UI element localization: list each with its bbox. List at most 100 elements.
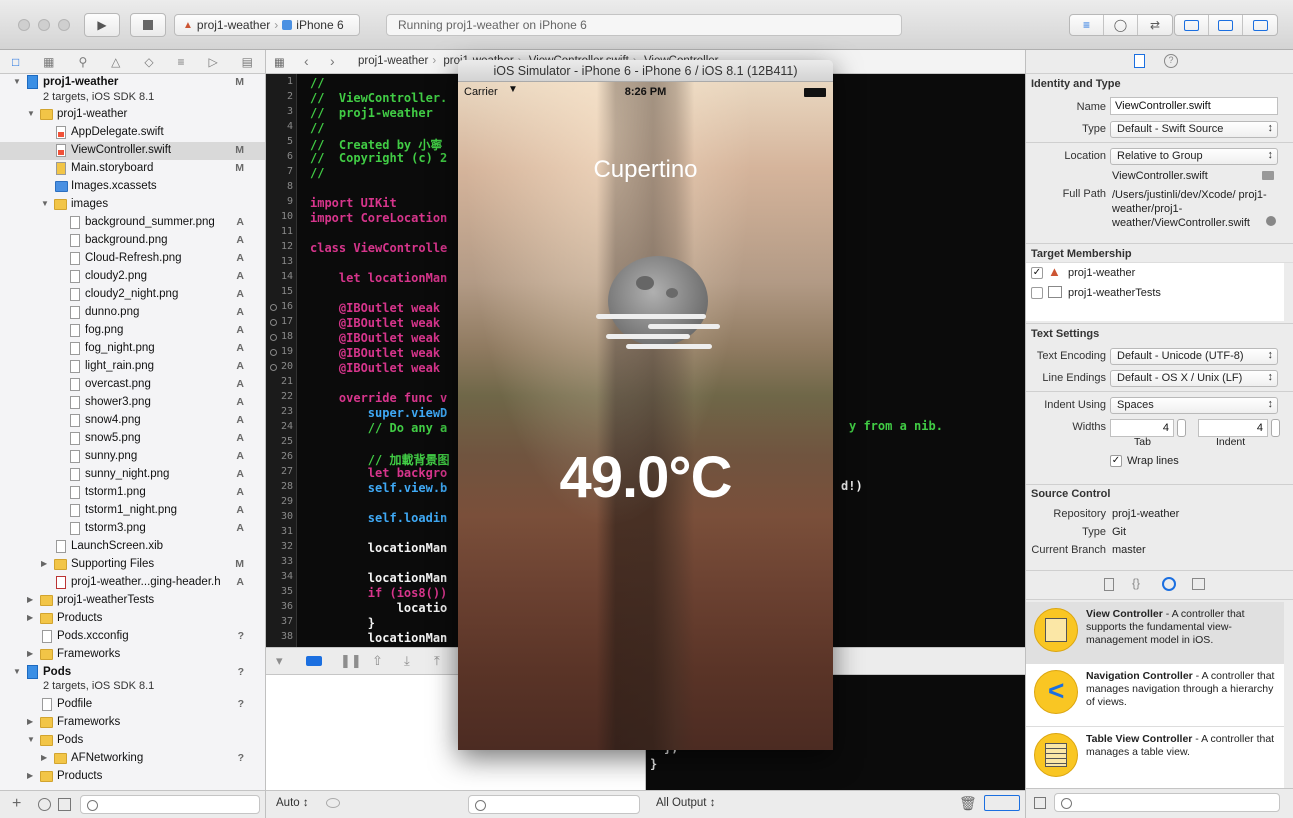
list-item[interactable]: snow5.png A	[0, 430, 265, 448]
library-filter-input[interactable]	[1054, 793, 1280, 812]
disclosure-closed-icon[interactable]: ▶	[41, 559, 47, 568]
related-items-icon[interactable]: ▦	[274, 55, 285, 69]
list-item[interactable]: ▶ Frameworks	[0, 714, 265, 732]
grid-view-icon[interactable]	[1034, 797, 1046, 809]
zoom-window-button[interactable]	[58, 19, 70, 31]
assistant-editor-icon[interactable]: ◯	[1104, 15, 1138, 35]
breakpoints-toggle-icon[interactable]	[306, 656, 322, 666]
list-item[interactable]: Images.xcassets	[0, 178, 265, 196]
indent-width-stepper[interactable]	[1271, 419, 1280, 437]
forward-icon[interactable]: ›	[330, 53, 335, 69]
debug-toggle-icon[interactable]	[1209, 15, 1243, 35]
list-item[interactable]: tstorm1.png A	[0, 484, 265, 502]
reveal-arrow-icon[interactable]	[1266, 216, 1276, 226]
list-item[interactable]: sunny.png A	[0, 448, 265, 466]
list-item[interactable]: ▼ Pods	[0, 732, 265, 750]
version-editor-icon[interactable]: ⇄	[1138, 15, 1172, 35]
list-item[interactable]: cloudy2.png A	[0, 268, 265, 286]
back-icon[interactable]: ‹	[304, 53, 309, 69]
media-library-icon[interactable]	[1192, 578, 1205, 590]
variables-filter-input[interactable]	[468, 795, 640, 814]
log-navigator-icon[interactable]: ▤	[242, 55, 253, 69]
disclosure-open-icon[interactable]: ▼	[27, 109, 35, 118]
tab-width-field[interactable]: 4	[1110, 419, 1174, 437]
list-item[interactable]: overcast.png A	[0, 376, 265, 394]
list-item[interactable]: sunny_night.png A	[0, 466, 265, 484]
type-popup[interactable]: Default - Swift Source	[1110, 121, 1278, 138]
code-snippet-icon[interactable]: {}	[1132, 576, 1140, 590]
disclosure-closed-icon[interactable]: ▶	[27, 717, 33, 726]
hide-debug-area-icon[interactable]: ▾	[276, 653, 283, 669]
library-item[interactable]: View Controller - A controller that supp…	[1026, 602, 1284, 664]
navigator-toggle-icon[interactable]	[1175, 15, 1209, 35]
disclosure-open-icon[interactable]: ▼	[13, 667, 21, 676]
outlet-connection-icon[interactable]	[270, 319, 277, 326]
list-item[interactable]: Podfile?	[0, 696, 265, 714]
scheme-selector[interactable]: ▲ proj1-weather › iPhone 6	[174, 14, 360, 36]
list-item[interactable]: tstorm3.png A	[0, 520, 265, 538]
stop-button[interactable]	[130, 13, 166, 37]
wrap-lines-checkbox[interactable]: ✓	[1110, 455, 1122, 467]
tab-width-stepper[interactable]	[1177, 419, 1186, 437]
outlet-connection-icon[interactable]	[270, 349, 277, 356]
breakpoint-navigator-icon[interactable]: ▷	[208, 55, 217, 69]
recent-files-icon[interactable]	[38, 798, 51, 811]
disclosure-closed-icon[interactable]: ▶	[27, 595, 33, 604]
list-item[interactable]: ▶ AFNetworking?	[0, 750, 265, 768]
symbol-navigator-icon[interactable]: ▦	[43, 55, 54, 69]
folder-icon[interactable]	[1262, 171, 1274, 180]
encoding-popup[interactable]: Default - Unicode (UTF-8)	[1110, 348, 1278, 365]
minimize-window-button[interactable]	[38, 19, 50, 31]
disclosure-closed-icon[interactable]: ▶	[41, 753, 47, 762]
pause-icon[interactable]: ❚❚	[340, 653, 362, 669]
navigator-filter-input[interactable]	[80, 795, 260, 814]
library-item[interactable]: Table View Controller - A controller tha…	[1026, 726, 1284, 788]
list-item[interactable]: cloudy2_night.png A	[0, 286, 265, 304]
test-navigator-icon[interactable]: ◇	[144, 55, 153, 69]
list-item[interactable]: AppDelegate.swift	[0, 124, 265, 142]
library-item[interactable]: < Navigation Controller - A controller t…	[1026, 664, 1284, 726]
find-navigator-icon[interactable]: ⚲	[78, 55, 87, 69]
line-endings-popup[interactable]: Default - OS X / Unix (LF)	[1110, 370, 1278, 387]
standard-editor-icon[interactable]: ≡	[1070, 15, 1104, 35]
list-item[interactable]: tstorm1_night.png A	[0, 502, 265, 520]
line-number-gutter[interactable]: 1 2 3 4 5 6 7 8 9 10 11 12 13 14 15 16 17 18 19 20 21 22 23 24 2…	[266, 74, 297, 647]
list-item[interactable]: dunno.png A	[0, 304, 265, 322]
list-item[interactable]: ▼ proj1-weather	[0, 106, 265, 124]
disclosure-open-icon[interactable]: ▼	[13, 77, 21, 86]
debug-navigator-icon[interactable]: ≡	[178, 55, 185, 69]
list-item[interactable]: LaunchScreen.xib	[0, 538, 265, 556]
list-item[interactable]: ▶ proj1-weatherTests	[0, 592, 265, 610]
outlet-connection-icon[interactable]	[270, 304, 277, 311]
file-inspector-icon[interactable]	[1134, 54, 1145, 68]
list-item[interactable]: ▶ Products	[0, 768, 265, 786]
split-view-icon[interactable]	[984, 795, 1020, 811]
list-item[interactable]: ▼ images	[0, 196, 265, 214]
outlet-connection-icon[interactable]	[270, 364, 277, 371]
disclosure-open-icon[interactable]: ▼	[41, 199, 49, 208]
list-item[interactable]: Pods.xcconfig?	[0, 628, 265, 646]
location-popup[interactable]: Relative to Group	[1110, 148, 1278, 165]
list-item[interactable]: ▶ Frameworks	[0, 646, 265, 664]
issue-navigator-icon[interactable]: △	[111, 55, 120, 69]
target-checkbox[interactable]	[1031, 287, 1043, 299]
disclosure-open-icon[interactable]: ▼	[27, 735, 35, 744]
list-item[interactable]: snow4.png A	[0, 412, 265, 430]
disclosure-closed-icon[interactable]: ▶	[27, 771, 33, 780]
output-selector[interactable]: All Output ↕	[656, 797, 715, 809]
step-out-icon[interactable]: ⤒	[434, 653, 440, 669]
list-item[interactable]: proj1-weather...ging-header.h A	[0, 574, 265, 592]
list-item[interactable]: shower3.png A	[0, 394, 265, 412]
scm-filter-icon[interactable]	[58, 798, 71, 811]
step-into-icon[interactable]: ⤓	[404, 653, 410, 669]
quick-help-icon[interactable]: ?	[1164, 54, 1178, 68]
quick-look-icon[interactable]	[326, 798, 340, 808]
close-window-button[interactable]	[18, 19, 30, 31]
indent-width-field[interactable]: 4	[1198, 419, 1268, 437]
list-item[interactable]: fog_night.png A	[0, 340, 265, 358]
list-item[interactable]: ViewController.swift M	[0, 142, 265, 160]
utilities-toggle-icon[interactable]	[1243, 15, 1277, 35]
name-field[interactable]: ViewController.swift	[1110, 97, 1278, 115]
ios-simulator-window[interactable]: iOS Simulator - iPhone 6 - iPhone 6 / iO…	[458, 60, 833, 750]
indent-using-popup[interactable]: Spaces	[1110, 397, 1278, 414]
